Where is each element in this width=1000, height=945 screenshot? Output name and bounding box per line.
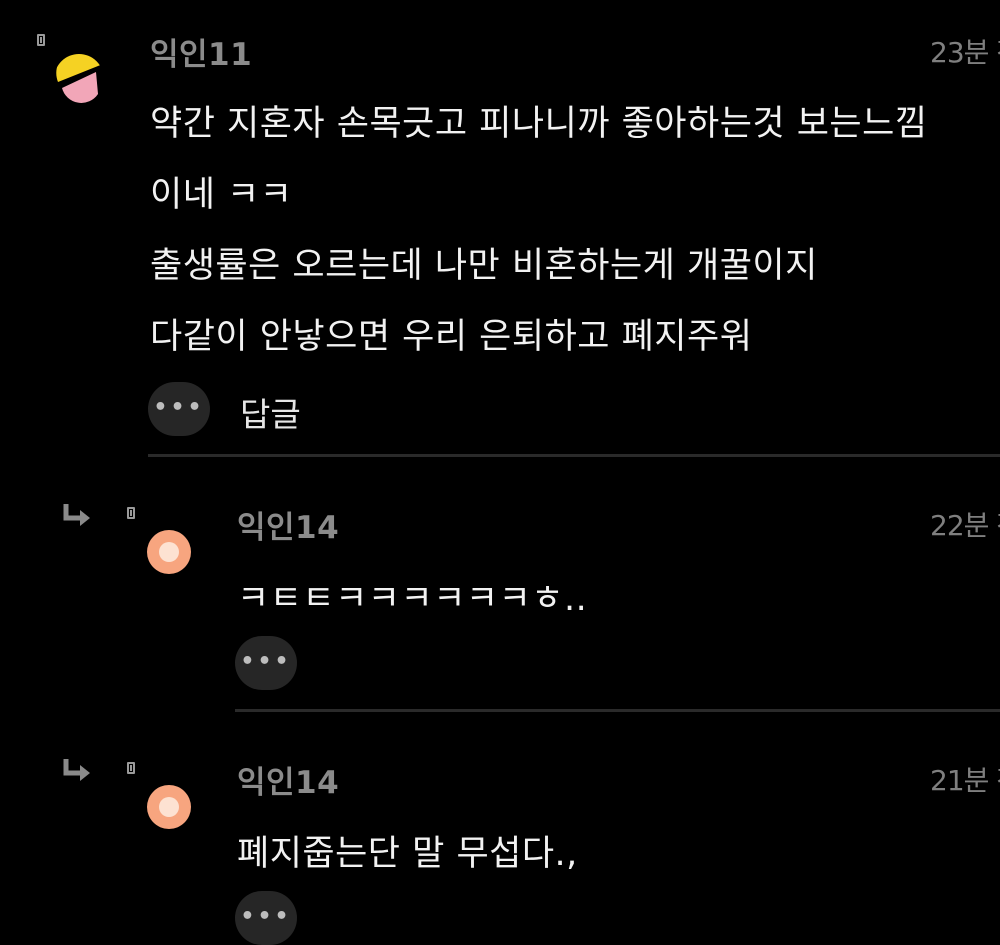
comment-divider xyxy=(148,454,1000,457)
more-icon: ••• xyxy=(153,395,205,420)
pin-icon xyxy=(37,34,45,46)
reply-button[interactable]: 답글 xyxy=(240,388,301,436)
reply-comment-item: 익인14 22분 전 ㅋㅌㅌㅋㅋㅋㅋㅋㅋㅎ.. ••• xyxy=(0,460,1000,715)
avatar-inner xyxy=(159,542,179,562)
comment-time: 22분 전 xyxy=(930,509,1000,542)
comment-author[interactable]: 익인14 xyxy=(237,502,339,547)
comment-item: 익인11 23분 전 약간 지혼자 손목긋고 피나니까 좋아하는것 보는느낌 이… xyxy=(0,0,1000,460)
avatar[interactable] xyxy=(147,530,191,574)
pin-icon xyxy=(127,762,135,774)
more-options-button[interactable]: ••• xyxy=(235,891,297,945)
avatar[interactable] xyxy=(54,54,104,104)
reply-arrow-icon xyxy=(63,504,90,526)
avatar-inner xyxy=(159,797,179,817)
comment-divider xyxy=(235,709,1000,712)
comment-text-line: 출생률은 오르는데 나만 비혼하는게 개꿀이지 xyxy=(150,246,818,286)
comment-text-line: ㅋㅌㅌㅋㅋㅋㅋㅋㅋㅎ.. xyxy=(237,579,588,619)
more-options-button[interactable]: ••• xyxy=(235,636,297,690)
comment-author[interactable]: 익인11 xyxy=(150,29,252,74)
avatar-image xyxy=(54,54,104,104)
more-icon: ••• xyxy=(240,904,292,929)
comment-text-line: 이네 ㅋㅋ xyxy=(150,175,293,215)
pin-icon xyxy=(127,507,135,519)
comment-text-line: 다같이 안낳으면 우리 은퇴하고 폐지주워 xyxy=(150,317,753,357)
reply-arrow-icon xyxy=(63,759,90,781)
comment-text-line: 폐지줍는단 말 무섭다., xyxy=(237,834,578,874)
comment-time: 23분 전 xyxy=(930,36,1000,69)
comment-text-line: 약간 지혼자 손목긋고 피나니까 좋아하는것 보는느낌 xyxy=(150,104,928,144)
more-icon: ••• xyxy=(240,649,292,674)
comment-time: 21분 전 xyxy=(930,764,1000,797)
more-options-button[interactable]: ••• xyxy=(148,382,210,436)
reply-comment-item: 익인14 21분 전 폐지줍는단 말 무섭다., ••• xyxy=(0,715,1000,945)
avatar[interactable] xyxy=(147,785,191,829)
comment-author[interactable]: 익인14 xyxy=(237,757,339,802)
